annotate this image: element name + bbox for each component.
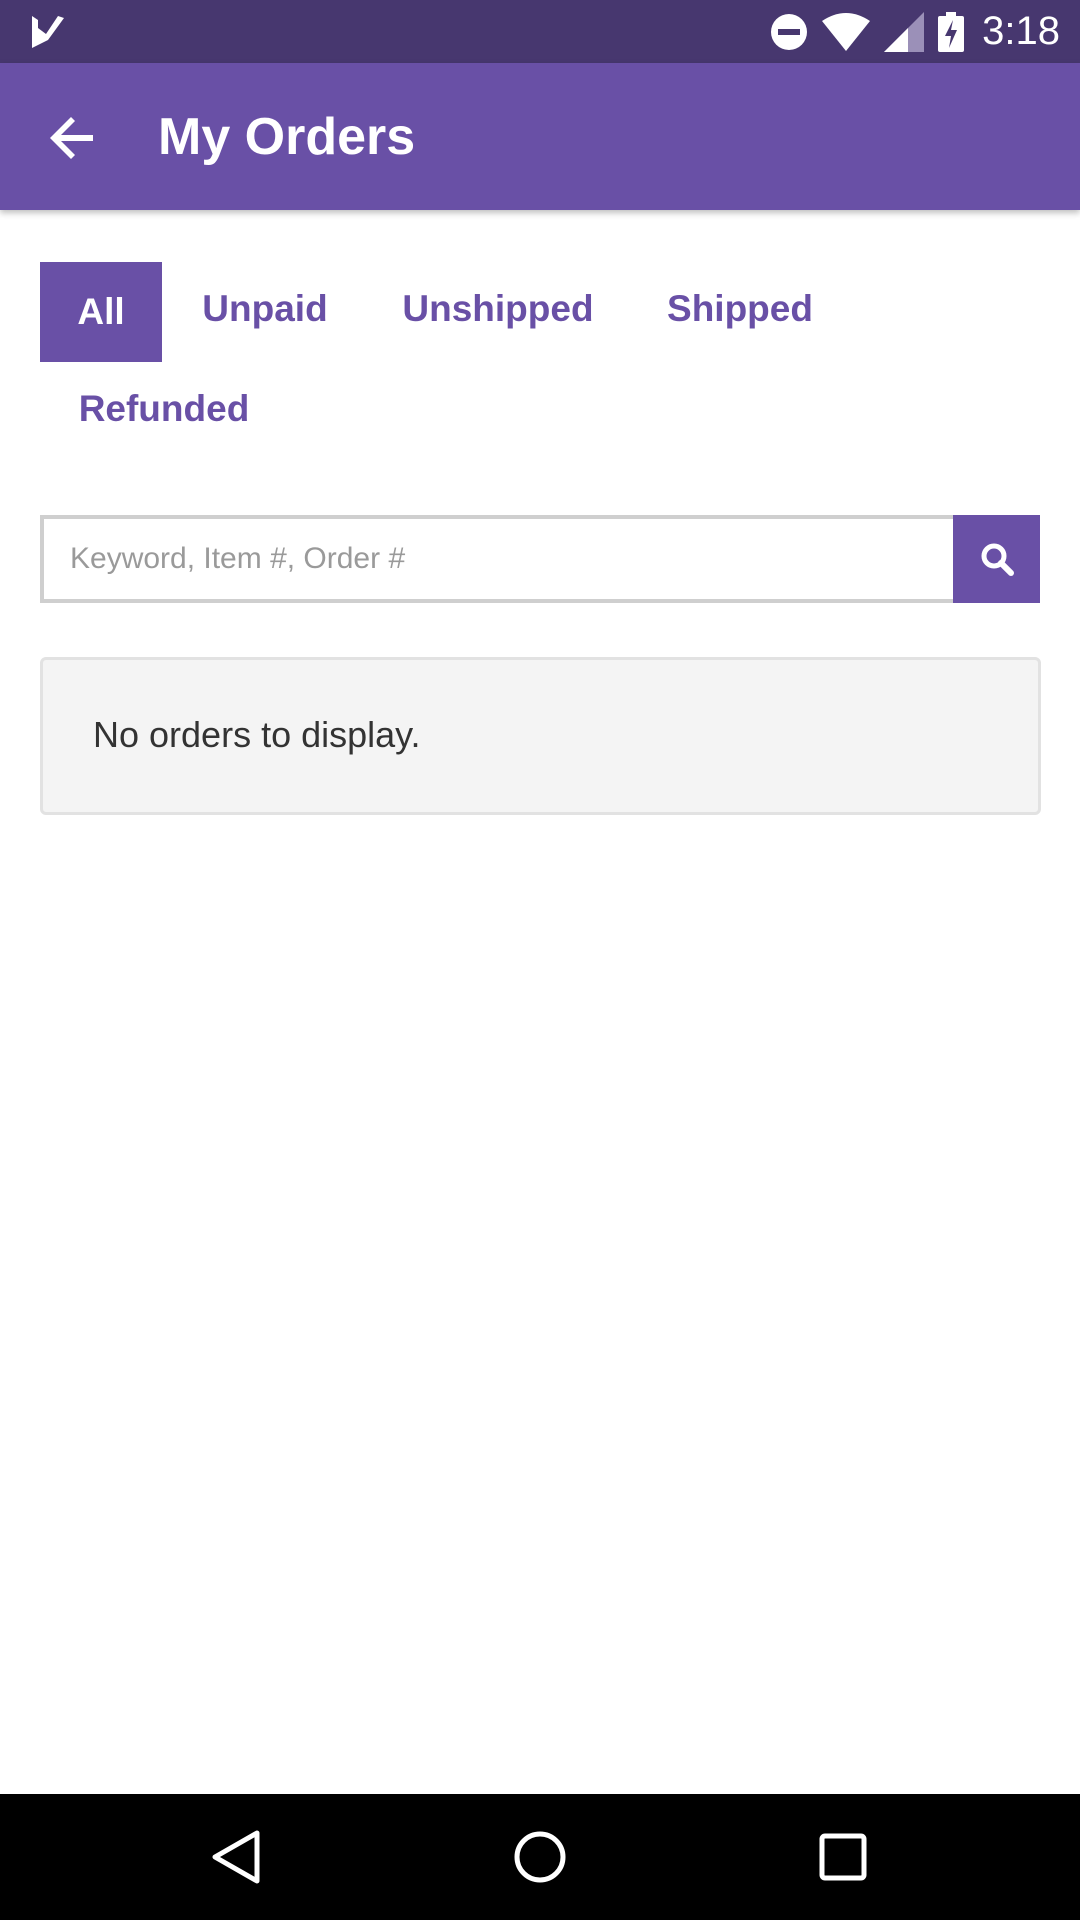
search-input[interactable] [40, 515, 954, 603]
status-time: 3:18 [982, 9, 1060, 53]
tab-refunded[interactable]: Refunded [72, 359, 256, 459]
empty-orders-panel: No orders to display. [40, 657, 1041, 815]
nav-recents-button[interactable] [808, 1822, 878, 1892]
status-bar: 3:18 [0, 0, 1080, 63]
search-button[interactable] [953, 515, 1040, 603]
nav-home-button[interactable] [505, 1822, 575, 1892]
recents-square-icon [819, 1833, 867, 1881]
wifi-icon [822, 12, 871, 51]
tab-shipped[interactable]: Shipped [658, 259, 822, 359]
app-bar: My Orders [0, 63, 1080, 210]
order-search [40, 515, 1040, 603]
nav-back-button[interactable] [202, 1822, 272, 1892]
cell-signal-icon [884, 11, 925, 52]
search-icon [981, 543, 1014, 576]
page-title: My Orders [158, 108, 416, 166]
battery-charging-icon [938, 11, 965, 52]
tab-all[interactable]: All [40, 262, 162, 362]
system-nav-bar [0, 1794, 1080, 1920]
empty-orders-message: No orders to display. [93, 714, 421, 755]
back-triangle-icon [212, 1830, 260, 1884]
do-not-disturb-icon [771, 13, 808, 50]
status-icons: 3:18 [770, 0, 1060, 63]
tab-unpaid[interactable]: Unpaid [195, 259, 335, 359]
app-check-icon [32, 16, 64, 48]
back-button[interactable] [38, 103, 108, 173]
home-circle-icon [514, 1831, 566, 1883]
tab-unshipped[interactable]: Unshipped [396, 259, 600, 359]
arrow-back-icon [50, 117, 93, 159]
